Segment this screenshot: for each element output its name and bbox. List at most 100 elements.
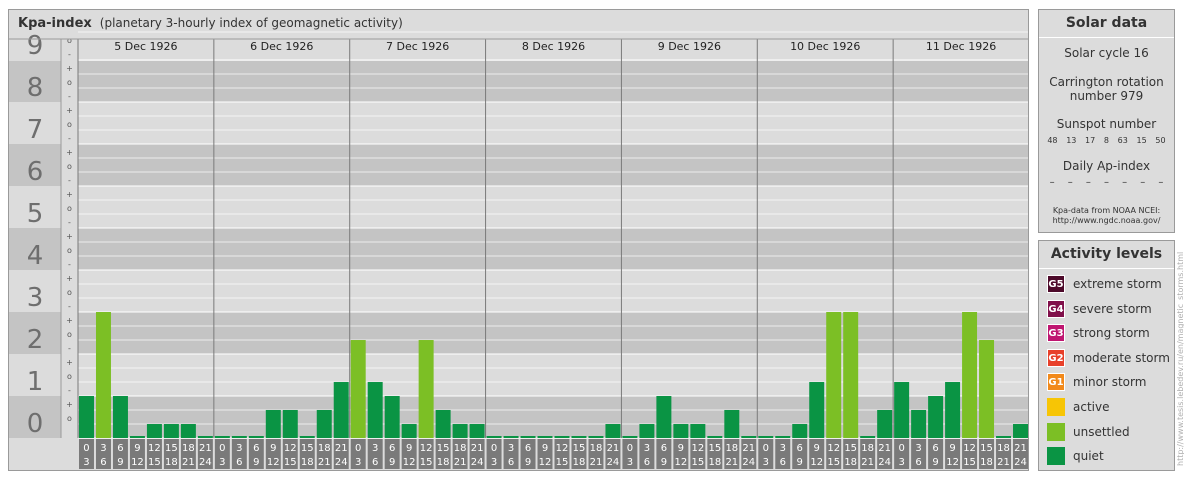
kpa-index-chart: 0123456789o+-o+-o+-o+-o+-o+-o+-o+-o+-o 5 …	[9, 26, 1028, 469]
interval-start-label: 21	[742, 443, 755, 454]
legend-item-minor-storm: G1 minor storm	[1047, 373, 1146, 392]
interval-end-label: 3	[219, 457, 225, 468]
kp-bar	[707, 436, 723, 438]
legend-item-unsettled: unsettled	[1047, 422, 1130, 441]
carrington-rotation: Carrington rotation number 979	[1039, 75, 1174, 103]
sunspot-value-2: 13	[1066, 136, 1077, 145]
kp-bar	[384, 396, 400, 438]
ap-index-value-3: –	[1085, 177, 1091, 188]
kp-bar	[962, 312, 978, 438]
y-tick-label: 1	[27, 367, 44, 397]
interval-end-label: 3	[355, 457, 361, 468]
kp-bar	[741, 436, 757, 438]
legend-label: quiet	[1073, 449, 1104, 464]
interval-start-label: 0	[898, 443, 904, 454]
interval-end-label: 3	[491, 457, 497, 468]
interval-end-label: 6	[508, 457, 514, 468]
legend-swatch: G3	[1047, 324, 1065, 343]
kp-bar	[537, 436, 553, 438]
interval-end-label: 24	[607, 457, 620, 468]
kp-bar	[826, 312, 842, 438]
interval-start-label: 18	[997, 443, 1010, 454]
kp-bar	[605, 424, 621, 438]
interval-start-label: 21	[1014, 443, 1027, 454]
band-8	[78, 60, 1028, 102]
minor-tick-label: +	[66, 400, 73, 409]
kp-bar	[809, 382, 825, 438]
interval-start-label: 12	[284, 443, 297, 454]
interval-end-label: 3	[83, 457, 89, 468]
credit-line-2: http://www.ngdc.noaa.gov/	[1052, 216, 1161, 225]
kp-bar	[571, 436, 587, 438]
legend-swatch	[1047, 398, 1065, 416]
band-7	[78, 102, 1028, 144]
minor-tick-label: -	[68, 260, 71, 269]
interval-start-label: 12	[420, 443, 433, 454]
interval-start-label: 6	[525, 443, 531, 454]
kp-bar	[486, 436, 502, 438]
interval-start-label: 15	[437, 443, 450, 454]
interval-start-label: 15	[573, 443, 586, 454]
day-label: 7 Dec 1926	[386, 40, 449, 53]
solar-data-panel: Solar data Solar cycle 16 Carrington rot…	[1038, 9, 1175, 233]
kp-bar	[622, 436, 638, 438]
legend-item-active: active	[1047, 398, 1109, 416]
ap-index-label: Daily Ap-index	[1062, 159, 1151, 173]
kp-bar	[945, 382, 961, 438]
kp-bar	[435, 409, 451, 438]
kp-bar	[350, 340, 366, 438]
kp-bar	[911, 409, 927, 438]
interval-start-label: 12	[148, 443, 161, 454]
band-5	[78, 186, 1028, 228]
interval-start-label: 15	[980, 443, 993, 454]
kp-bar	[112, 396, 128, 438]
interval-end-label: 21	[318, 457, 331, 468]
credit-line-1: Kpa-data from NOAA NCEI:	[1052, 206, 1161, 215]
band-6	[78, 144, 1028, 186]
interval-end-label: 18	[708, 457, 721, 468]
day-label: 10 Dec 1926	[790, 40, 860, 53]
kp-bar	[418, 340, 434, 438]
band-3	[78, 270, 1028, 312]
kp-bar	[673, 424, 689, 438]
interval-start-label: 12	[691, 443, 704, 454]
interval-end-label: 3	[627, 457, 633, 468]
interval-end-label: 15	[691, 457, 704, 468]
minor-tick-label: +	[66, 316, 73, 325]
interval-end-label: 6	[780, 457, 786, 468]
interval-start-label: 0	[355, 443, 361, 454]
legend-swatch	[1047, 422, 1065, 441]
kp-bar	[1013, 424, 1028, 438]
kp-bar	[299, 436, 315, 438]
kp-bar	[843, 312, 859, 438]
legend-item-extreme-storm: G5 extreme storm	[1047, 275, 1162, 293]
interval-end-label: 6	[915, 457, 921, 468]
interval-start-label: 9	[542, 443, 548, 454]
interval-start-label: 0	[83, 443, 89, 454]
minor-tick-label: o	[67, 120, 72, 129]
interval-end-label: 15	[827, 457, 840, 468]
interval-start-label: 6	[117, 443, 123, 454]
legend-label: moderate storm	[1073, 350, 1170, 365]
kp-bar	[316, 409, 332, 438]
interval-start-label: 12	[963, 443, 976, 454]
minor-tick-label: -	[68, 386, 71, 395]
solar-data-title: Solar data	[1039, 10, 1174, 38]
interval-end-label: 24	[878, 457, 891, 468]
legend-swatch: G5	[1047, 275, 1065, 293]
minor-tick-label: +	[66, 232, 73, 241]
interval-start-label: 3	[508, 443, 514, 454]
interval-end-label: 15	[556, 457, 569, 468]
interval-end-label: 24	[335, 457, 348, 468]
minor-tick-label: -	[68, 176, 71, 185]
band-4	[78, 228, 1028, 270]
y-tick-label: 2	[27, 325, 44, 355]
sunspot-value-1: 48	[1047, 136, 1058, 145]
y-tick-label: 3	[27, 283, 44, 313]
sunspot-value-5: 63	[1117, 136, 1128, 145]
interval-end-label: 21	[997, 457, 1010, 468]
kp-bar	[656, 396, 672, 438]
interval-start-label: 21	[471, 443, 484, 454]
kp-bar	[129, 436, 145, 438]
kp-bar	[979, 340, 995, 438]
